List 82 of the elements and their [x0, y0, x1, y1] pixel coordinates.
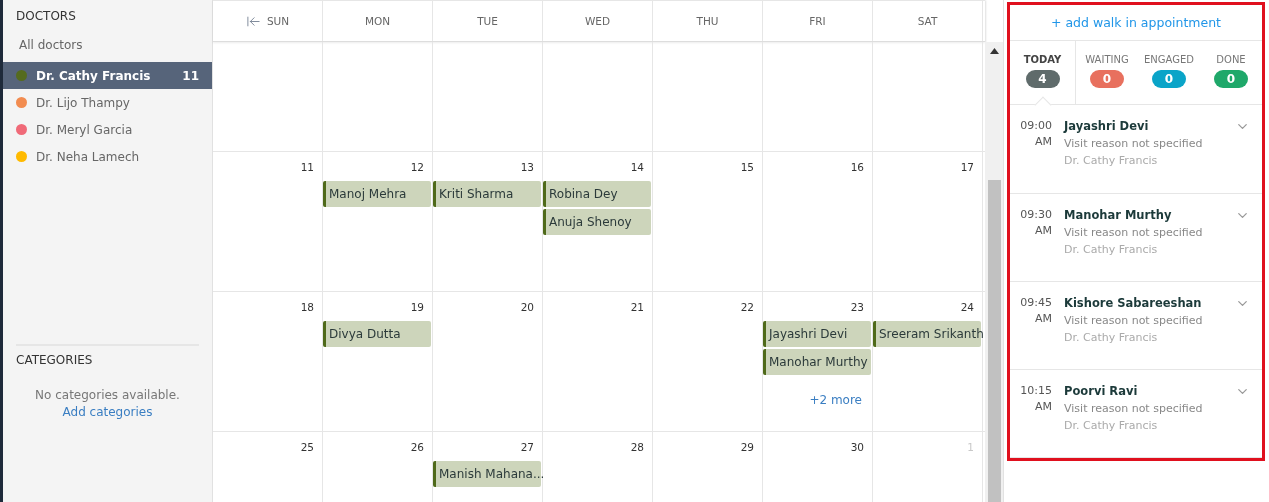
doctor-name: Dr. Cathy Francis [1064, 418, 1159, 432]
doctor-name: Dr. Cathy Francis [1064, 242, 1159, 256]
categories-heading: CATEGORIES [16, 353, 94, 367]
appointment-event[interactable]: Anuja Shenoy [543, 209, 651, 235]
visit-reason: Visit reason not specified [1064, 313, 1204, 327]
day-number: 23 [850, 301, 864, 315]
appointment-event[interactable]: Manish Mahana... [433, 461, 541, 487]
doctor-name: Dr. Cathy Francis [1064, 330, 1159, 344]
patient-name: Jayashri Devi [1064, 119, 1150, 134]
doctor-name: Dr. Cathy Francis [1064, 154, 1159, 168]
day-number: 13 [520, 161, 534, 175]
weekday-label: THU [696, 15, 719, 27]
count-badge: 0 [1152, 70, 1186, 89]
appointment-count: 11 [182, 68, 199, 83]
doctors-heading: DOCTORS [15, 8, 77, 25]
appointment-time: 09:00 [1020, 119, 1052, 133]
doctor-item[interactable]: Dr. Lijo Thampy [3, 89, 212, 116]
day-number: 28 [630, 441, 644, 455]
day-number: 29 [740, 441, 754, 455]
appointment-event[interactable]: Divya Dutta [323, 321, 431, 347]
patient-name: Poorvi Ravi [1064, 383, 1139, 398]
weekday-label: TUE [477, 15, 498, 27]
appointment-time: 09:45 [1020, 295, 1052, 309]
day-number: 21 [630, 301, 644, 315]
doctor-item[interactable]: Dr. Meryl Garcia [3, 116, 212, 143]
weekday-label: WED [584, 15, 611, 27]
day-number: 18 [300, 301, 314, 315]
doctor-item[interactable]: Dr. Cathy Francis 11 [3, 62, 212, 89]
empty-message: No categories available. [34, 388, 181, 402]
patient-name: Manohar Murthy [1064, 207, 1173, 222]
doctor-item[interactable]: Dr. Neha Lamech [3, 143, 212, 170]
time-period: AM [1035, 223, 1052, 237]
day-number: 19 [410, 301, 424, 315]
weekday-label: SUN [266, 15, 290, 27]
doctor-name: Dr. Cathy Francis [36, 68, 152, 83]
day-number: 20 [520, 301, 534, 315]
day-number: 30 [850, 441, 864, 455]
day-number: 16 [850, 161, 864, 175]
day-number: 25 [300, 441, 314, 455]
day-number: 26 [410, 441, 424, 455]
appointment-event[interactable]: Sreeram Srikanth [873, 321, 981, 347]
all-doctors-item[interactable]: All doctors [3, 32, 212, 62]
count-badge: 4 [1025, 70, 1060, 89]
day-number: 24 [960, 301, 974, 315]
day-number: 17 [960, 161, 974, 175]
status-tab[interactable]: ENGAGED 0 [1138, 41, 1200, 105]
status-tab[interactable]: DONE 0 [1200, 41, 1262, 105]
patient-name: Kishore Sabareeshan [1064, 295, 1203, 310]
weekday-label: SAT [917, 15, 938, 27]
count-badge: 0 [1214, 70, 1248, 89]
scrollbar-thumb[interactable] [987, 180, 1001, 502]
more-link[interactable]: +2 more [809, 393, 862, 407]
time-period: AM [1035, 399, 1052, 413]
day-number: 22 [740, 301, 754, 315]
appointment-event[interactable]: Jayashri Devi [763, 321, 871, 347]
add-walk-in-link[interactable]: + add walk in appointment [1010, 5, 1262, 42]
scroll-up-icon[interactable] [989, 48, 999, 54]
time-period: AM [1035, 311, 1052, 325]
weekday-label: MON [364, 15, 391, 27]
status-tab[interactable]: TODAY 4 [1010, 41, 1076, 105]
appointment-event[interactable]: Kriti Sharma [433, 181, 541, 207]
appointment-event[interactable]: Manoj Mehra [323, 181, 431, 207]
appointment-time: 10:15 [1020, 383, 1052, 397]
visit-reason: Visit reason not specified [1064, 225, 1204, 239]
day-number: 14 [630, 161, 644, 175]
appointment-time: 09:30 [1020, 207, 1052, 221]
visit-reason: Visit reason not specified [1064, 137, 1204, 151]
time-period: AM [1035, 135, 1052, 149]
add-categories-link[interactable]: Add categories [62, 405, 153, 419]
visit-reason: Visit reason not specified [1064, 401, 1204, 415]
weekday-label: FRI [809, 15, 826, 27]
doctor-name: Dr. Meryl Garcia [36, 122, 134, 137]
appointment-event[interactable]: Robina Dey [543, 181, 651, 207]
doctor-name: Dr. Neha Lamech [36, 149, 141, 164]
day-number: 15 [740, 161, 754, 175]
doctor-name: Dr. Lijo Thampy [36, 95, 131, 110]
day-number: 27 [520, 441, 534, 455]
appointment-event[interactable]: Manohar Murthy [763, 349, 871, 375]
count-badge: 0 [1090, 70, 1124, 89]
day-number: 12 [410, 161, 424, 175]
status-tab[interactable]: WAITING 0 [1076, 41, 1138, 105]
day-number: 11 [300, 161, 314, 175]
